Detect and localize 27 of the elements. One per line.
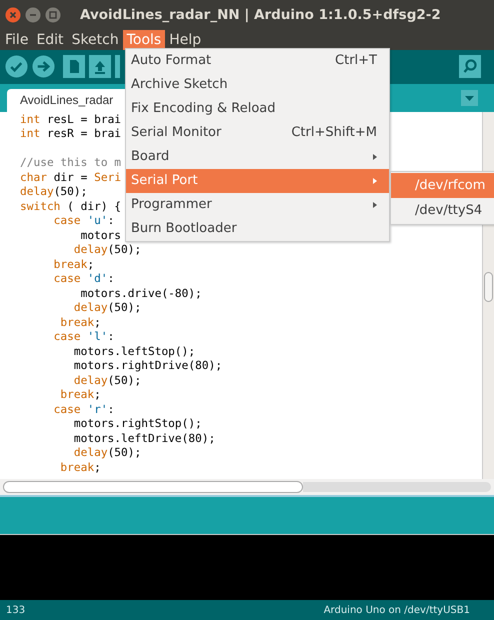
line-number: 133 [6,604,26,618]
code-line: motors [80,228,122,242]
code-line: delay(50); [72,374,142,387]
code-line: //use this to m [20,156,122,170]
code-line: delay(50); [72,301,142,314]
window-title: AvoidLines_radar_NN | Arduino 1:1.0.5+dfsg2-2 [80,6,441,25]
code-line: delay(50); [72,243,142,256]
code-line: motors.drive(-80); [80,286,202,300]
board-status: Arduino Uno on /dev/ttyUSB1 [324,604,470,618]
code-line: case 'u': [52,214,114,228]
code-line: motors.leftStop(); [72,344,196,358]
code-line: break; [59,316,101,329]
code-line: motors.rightStop(); [72,417,202,430]
code-line: break; [59,460,101,474]
code-line: char dir = Seri [20,170,122,184]
code-line: case 'd': [52,272,114,286]
code-line: delay(50); [20,185,88,198]
code-line: int resL = brai [20,112,122,126]
code-line: break; [52,258,94,271]
code-line: break; [59,388,101,402]
code-line: motors.rightDrive(80); [72,359,222,372]
code-line: int resR = brai [20,127,122,140]
code-line: case 'l': [52,330,114,344]
code-line: delay(50); [72,446,142,460]
code-line: motors.leftDrive(80); [72,432,216,445]
code-line: case 'r': [52,402,114,416]
code-line: switch ( dir) { [20,200,122,213]
